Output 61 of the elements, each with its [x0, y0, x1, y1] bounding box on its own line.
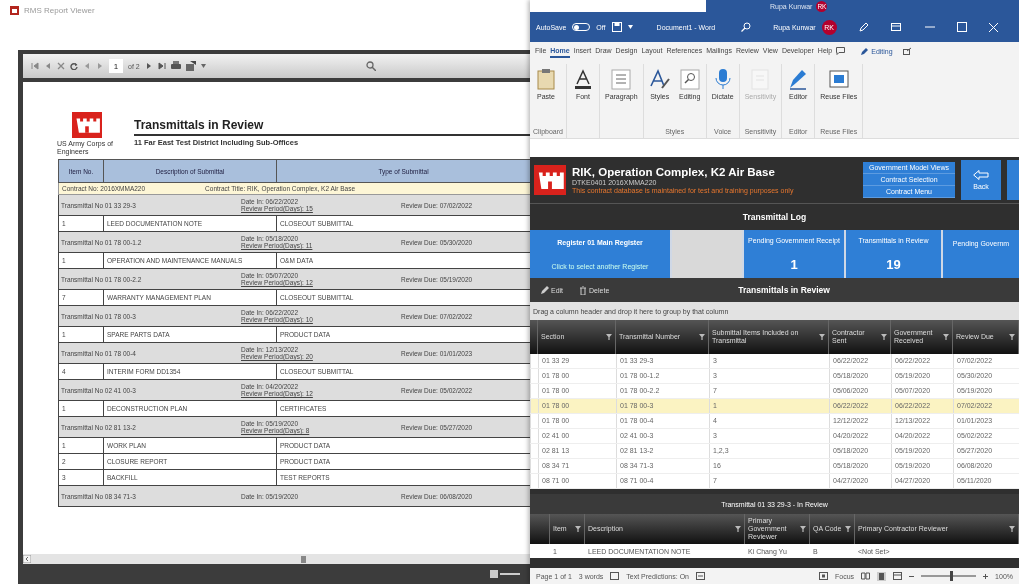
close-icon[interactable] — [988, 22, 998, 32]
tile-count: 19 — [886, 256, 901, 272]
reuse-files-icon — [827, 68, 850, 90]
share-icon[interactable] — [902, 47, 912, 55]
page-number-field[interactable]: 1 — [109, 59, 123, 73]
find-icon — [678, 68, 701, 90]
scroll-left-icon[interactable] — [23, 555, 31, 563]
export-icon[interactable] — [185, 61, 196, 71]
accessibility-icon[interactable] — [695, 572, 705, 580]
window-title: RMS Report Viewer — [24, 5, 95, 15]
blank-tile — [672, 230, 742, 278]
filter-icon[interactable] — [575, 526, 581, 532]
app-icon — [10, 5, 19, 15]
filter-icon[interactable] — [800, 526, 806, 532]
web-layout-icon[interactable] — [893, 572, 903, 580]
scrollbar-thumb[interactable] — [301, 555, 306, 563]
search-icon[interactable] — [741, 22, 752, 32]
previous-page-icon[interactable] — [44, 62, 52, 70]
filter-icon[interactable] — [735, 526, 741, 532]
filter-icon[interactable] — [699, 334, 705, 340]
focus-icon[interactable] — [819, 572, 829, 580]
castle-logo — [534, 165, 566, 195]
pen-icon[interactable] — [858, 22, 869, 32]
grid-title: Transmittals in Review — [737, 285, 831, 295]
styles-icon — [648, 68, 671, 90]
tile-count: 1 — [790, 256, 798, 272]
next-page-icon[interactable] — [144, 62, 153, 70]
filter-icon[interactable] — [1009, 526, 1015, 532]
caret-icon[interactable] — [627, 25, 633, 29]
print-layout-icon[interactable] — [877, 571, 887, 581]
back-arrow-icon — [973, 170, 989, 180]
print-icon[interactable] — [170, 61, 181, 71]
filter-icon[interactable] — [1009, 334, 1015, 340]
clipboard-icon — [535, 68, 557, 90]
search-icon[interactable] — [365, 61, 376, 71]
save-icon[interactable] — [611, 22, 622, 32]
filter-icon[interactable] — [819, 334, 825, 340]
stop-icon[interactable] — [57, 62, 65, 70]
ribbon-display-icon[interactable] — [890, 23, 901, 31]
edit-icon — [540, 285, 549, 295]
castle-logo — [72, 112, 102, 138]
filter-icon[interactable] — [881, 334, 887, 340]
caret-icon[interactable] — [200, 64, 206, 68]
zoom-slider-thumb[interactable] — [950, 571, 954, 581]
read-mode-icon[interactable] — [861, 572, 871, 580]
filter-icon[interactable] — [943, 334, 949, 340]
comment-icon[interactable] — [836, 47, 846, 55]
contract-title: RIK, Operation Complex, K2 Air Base — [572, 166, 776, 178]
refresh-icon[interactable] — [70, 62, 78, 70]
zoom-in-icon[interactable] — [983, 573, 989, 579]
last-page-icon[interactable] — [157, 62, 166, 70]
pencil-icon — [861, 47, 870, 55]
filter-icon[interactable] — [845, 526, 851, 532]
maximize-icon[interactable] — [956, 22, 967, 32]
zoom-out-icon[interactable] — [909, 573, 915, 579]
report-title: Transmittals in Review — [134, 117, 265, 132]
proofing-icon[interactable] — [610, 572, 620, 580]
delete-icon — [579, 285, 588, 295]
first-page-icon[interactable] — [31, 62, 39, 70]
filter-icon[interactable] — [606, 334, 612, 340]
paragraph-icon — [610, 68, 633, 90]
